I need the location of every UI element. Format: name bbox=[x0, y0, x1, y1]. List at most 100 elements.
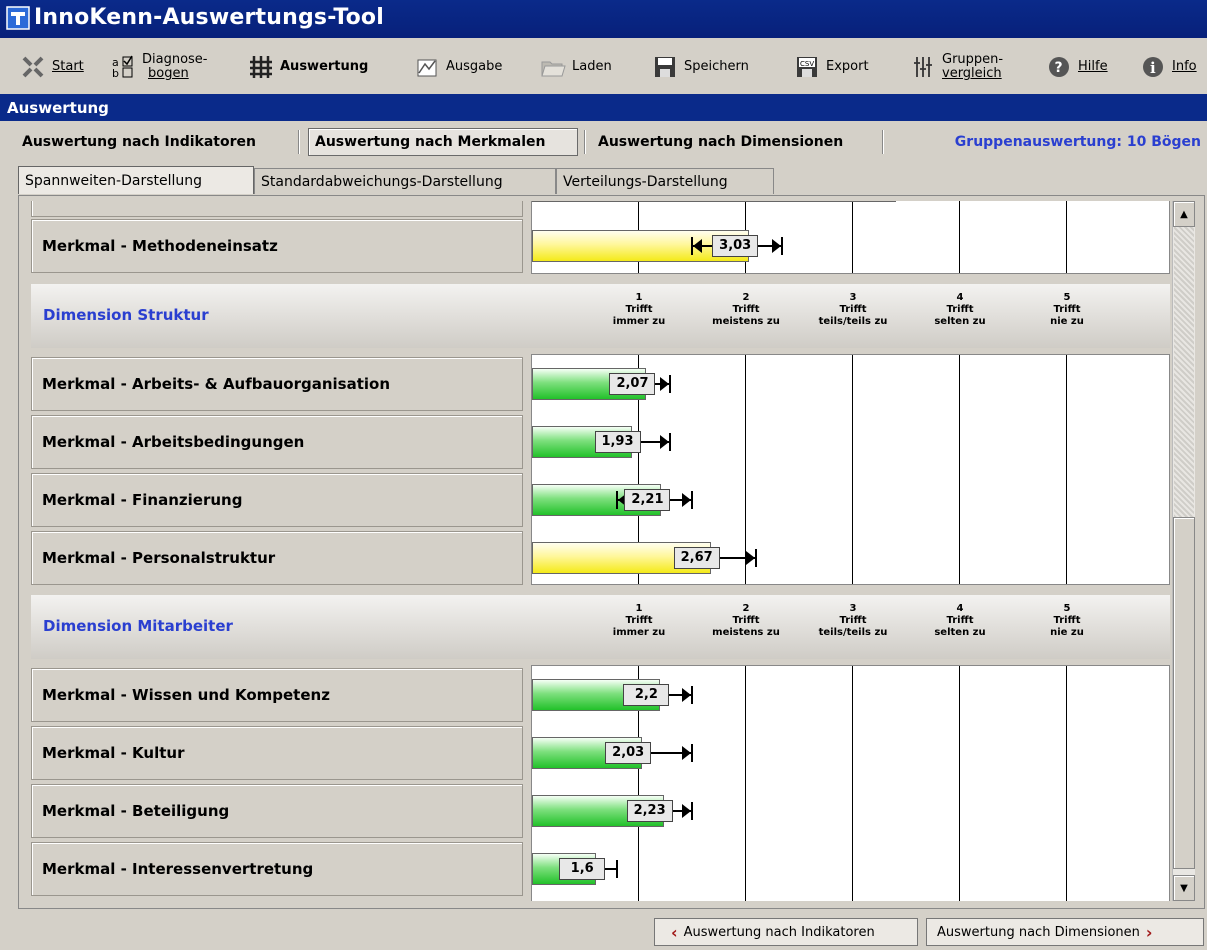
range-max-arrow-icon bbox=[681, 804, 691, 818]
dimension-title: Dimension Struktur bbox=[43, 306, 209, 324]
gridline bbox=[852, 201, 853, 273]
mean-value-label: 2,2 bbox=[623, 684, 670, 706]
scroll-thumb[interactable] bbox=[1173, 517, 1195, 869]
merkmal-label: Merkmal - Arbeitsbedingungen bbox=[31, 415, 523, 469]
vertical-scrollbar[interactable]: ▲ ▼ bbox=[1172, 201, 1195, 901]
scale-text: teils/teils zu bbox=[818, 316, 888, 327]
dimension-title: Dimension Mitarbeiter bbox=[43, 617, 233, 635]
checklist-icon: ab bbox=[110, 54, 136, 80]
scale-label-1: 1 Trifft immer zu bbox=[594, 292, 684, 328]
scale-text: selten zu bbox=[934, 316, 986, 327]
tab-spannweiten[interactable]: Spannweiten-Darstellung bbox=[18, 166, 254, 194]
scale-text: selten zu bbox=[934, 627, 986, 638]
scale-label-2: 2 Trifft meistens zu bbox=[701, 292, 791, 328]
hilfe-button[interactable]: ? Hilfe bbox=[1046, 48, 1108, 86]
tab-verteilung[interactable]: Verteilungs-Darstellung bbox=[556, 168, 774, 194]
nav-dimensionen[interactable]: Auswertung nach Dimensionen bbox=[592, 128, 849, 156]
scale-text: immer zu bbox=[612, 316, 666, 327]
app-title: InnoKenn-Auswertungs-Tool bbox=[34, 5, 384, 30]
scale-label-4: 4 Trifft selten zu bbox=[915, 292, 1005, 328]
scale-label-4: 4 Trifft selten zu bbox=[915, 603, 1005, 639]
scale-label-5: 5 Trifft nie zu bbox=[1022, 292, 1112, 328]
prev-page-button[interactable]: ‹ Auswertung nach Indikatoren bbox=[654, 918, 918, 946]
laden-label: Laden bbox=[572, 59, 612, 74]
merkmal-label: Merkmal - Arbeits- & Aufbauorganisation bbox=[31, 357, 523, 411]
merkmal-label: Merkmal - Interessenvertretung bbox=[31, 842, 523, 896]
mean-value-label: 1,6 bbox=[559, 858, 606, 880]
scale-number: 5 bbox=[1063, 603, 1071, 614]
chart-output-icon bbox=[414, 54, 440, 80]
gridline bbox=[1066, 666, 1067, 901]
scroll-up-button[interactable]: ▲ bbox=[1173, 201, 1195, 227]
scale-text: nie zu bbox=[1050, 627, 1084, 638]
scroll-down-button[interactable]: ▼ bbox=[1173, 875, 1195, 901]
arrow-down-icon: ▼ bbox=[1180, 882, 1188, 894]
gridline bbox=[959, 355, 960, 584]
range-max-arrow-icon bbox=[772, 239, 782, 253]
scroll-track[interactable] bbox=[1174, 227, 1194, 517]
merkmal-label: Merkmal - Wissen und Kompetenz bbox=[31, 668, 523, 722]
diagnosebogen-line2: bogen bbox=[148, 66, 189, 81]
auswertung-label: Auswertung bbox=[280, 59, 369, 74]
csv-export-icon: CSV bbox=[794, 54, 820, 80]
scale-number: 5 bbox=[1063, 292, 1071, 303]
save-icon bbox=[652, 54, 678, 80]
range-max-cap bbox=[690, 802, 693, 820]
compare-icon bbox=[910, 54, 936, 80]
range-max-cap bbox=[690, 686, 693, 704]
auswertung-button[interactable]: Auswertung bbox=[248, 48, 368, 86]
tab-standardabweichung[interactable]: Standardabweichungs-Darstellung bbox=[254, 168, 556, 194]
nav-merkmalen[interactable]: Auswertung nach Merkmalen bbox=[308, 128, 578, 156]
scale-label-5: 5 Trifft nie zu bbox=[1022, 603, 1112, 639]
evaluation-nav: Auswertung nach Indikatoren Auswertung n… bbox=[0, 124, 1207, 162]
speichern-button[interactable]: Speichern bbox=[652, 48, 749, 86]
diagnosebogen-button[interactable]: ab Diagnose-bogen bbox=[110, 48, 208, 86]
mean-bar-partial bbox=[532, 201, 896, 202]
scale-text: Trifft bbox=[839, 615, 867, 626]
chevron-left-icon: ‹ bbox=[671, 922, 678, 942]
scale-text: meistens zu bbox=[712, 627, 780, 638]
scale-label-1: 1 Trifft immer zu bbox=[594, 603, 684, 639]
scale-label-2: 2 Trifft meistens zu bbox=[701, 603, 791, 639]
prev-page-label: Auswertung nach Indikatoren bbox=[683, 924, 875, 940]
app-logo-icon bbox=[6, 6, 30, 30]
nav-indikatoren[interactable]: Auswertung nach Indikatoren bbox=[16, 128, 262, 156]
start-button[interactable]: Start bbox=[20, 48, 84, 86]
nav-separator bbox=[882, 130, 884, 154]
gruppenvergleich-line2: vergleich bbox=[942, 66, 1002, 81]
start-icon bbox=[20, 54, 46, 80]
scale-text: Trifft bbox=[625, 304, 653, 315]
range-max-cap bbox=[669, 433, 672, 451]
range-max-cap bbox=[690, 744, 693, 762]
start-label: Start bbox=[52, 59, 84, 74]
scale-text: Trifft bbox=[1053, 615, 1081, 626]
scale-text: nie zu bbox=[1050, 316, 1084, 327]
scale-number: 4 bbox=[956, 603, 964, 614]
scale-text: immer zu bbox=[612, 627, 666, 638]
hilfe-label: Hilfe bbox=[1078, 59, 1108, 74]
scale-number: 4 bbox=[956, 292, 964, 303]
scale-number: 1 bbox=[635, 292, 643, 303]
info-button[interactable]: i Info bbox=[1140, 48, 1197, 86]
speichern-label: Speichern bbox=[684, 59, 749, 74]
evaluation-scroll-view[interactable]: Merkmal - Methodeneinsatz 3,03 Dimension S… bbox=[31, 201, 1171, 901]
info-label: Info bbox=[1172, 59, 1197, 74]
info-icon: i bbox=[1140, 54, 1166, 80]
mean-value-label: 2,07 bbox=[609, 373, 656, 395]
export-label: Export bbox=[826, 59, 869, 74]
title-bar: InnoKenn-Auswertungs-Tool bbox=[0, 0, 1207, 38]
merkmal-label-partial bbox=[31, 201, 523, 217]
section-header: Auswertung bbox=[0, 94, 1207, 121]
laden-button[interactable]: Laden bbox=[540, 48, 612, 86]
scale-text: Trifft bbox=[1053, 304, 1081, 315]
export-button[interactable]: CSV Export bbox=[794, 48, 869, 86]
gridline bbox=[1066, 355, 1067, 584]
gruppenvergleich-button[interactable]: Gruppen-vergleich bbox=[910, 48, 1003, 86]
next-page-button[interactable]: Auswertung nach Dimensionen › bbox=[926, 918, 1204, 946]
merkmal-label: Merkmal - Personalstruktur bbox=[31, 531, 523, 585]
ausgabe-button[interactable]: Ausgabe bbox=[414, 48, 502, 86]
gruppenvergleich-label: Gruppen-vergleich bbox=[942, 53, 1003, 81]
gridline bbox=[959, 201, 960, 273]
next-page-label: Auswertung nach Dimensionen bbox=[937, 924, 1140, 940]
range-max-cap bbox=[690, 491, 693, 509]
